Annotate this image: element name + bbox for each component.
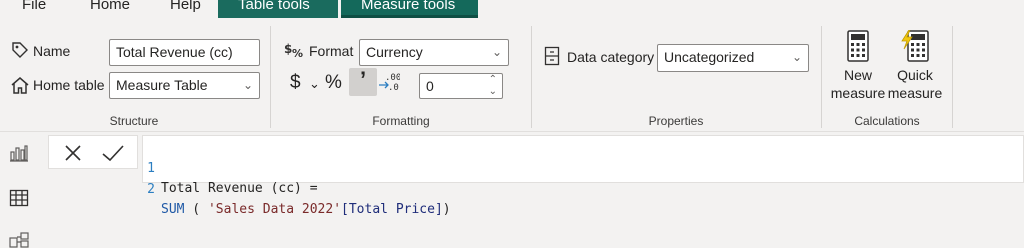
data-category-icon	[544, 46, 560, 71]
quick-measure-button[interactable]: Quick measure	[886, 24, 944, 102]
table-view-icon[interactable]	[9, 189, 29, 212]
dax-paren-close: )	[442, 202, 451, 217]
quick-measure-label-2: measure	[887, 85, 943, 101]
divider	[952, 26, 953, 128]
structure-group-label: Structure	[109, 114, 159, 128]
code-line: 1 Total Revenue (cc) =	[143, 139, 317, 196]
new-measure-label-1: New	[843, 67, 872, 83]
divider	[270, 26, 271, 128]
view-rail	[0, 132, 40, 248]
dax-function: SUM	[161, 202, 185, 217]
dax-paren-open: (	[184, 202, 208, 217]
currency-button[interactable]: $	[290, 72, 301, 94]
home-table-label: Home table	[33, 77, 105, 93]
tab-home[interactable]: Home	[90, 0, 130, 18]
code-text: SUM ( 'Sales Data 2022'[Total Price])	[161, 200, 451, 220]
name-label: Name	[33, 43, 71, 59]
data-category-label: Data category	[567, 49, 655, 65]
chevron-down-icon: ⌄	[491, 45, 502, 59]
ribbon: Name Total Revenue (cc) Home table Measu…	[0, 18, 1024, 132]
calculations-group-label: Calculations	[854, 114, 920, 128]
model-view-icon[interactable]	[9, 232, 29, 248]
comma-icon: ’	[359, 67, 367, 92]
format-value: Currency	[366, 44, 423, 60]
name-field[interactable]: Total Revenue (cc)	[109, 39, 260, 66]
tag-icon	[10, 40, 30, 65]
comma-style-button[interactable]: ’	[349, 68, 377, 96]
code-line: 2 SUM ( 'Sales Data 2022'[Total Price])	[143, 160, 450, 217]
chevron-down-icon[interactable]: ⌄	[489, 80, 497, 98]
dax-editor[interactable]: 1 Total Revenue (cc) = 2 SUM ( 'Sales Da…	[142, 135, 1024, 217]
quick-calculator-icon	[886, 24, 944, 66]
tab-file[interactable]: File	[22, 0, 46, 18]
data-category-value: Uncategorized	[664, 49, 755, 65]
report-view-icon[interactable]	[9, 144, 29, 167]
formula-bar: 1 Total Revenue (cc) = 2 SUM ( 'Sales Da…	[40, 132, 1024, 248]
data-category-select[interactable]: Uncategorized ⌄	[657, 44, 809, 72]
home-icon	[9, 74, 31, 101]
calculator-icon	[830, 24, 886, 66]
chevron-down-icon: ⌄	[791, 50, 802, 64]
percent-button[interactable]: %	[325, 72, 342, 94]
chevron-down-icon: ⌄	[242, 78, 253, 92]
commit-icon[interactable]	[101, 143, 125, 168]
format-label: Format	[309, 43, 354, 59]
new-measure-button[interactable]: New measure	[830, 24, 886, 102]
formatting-group-label: Formatting	[372, 114, 430, 128]
tab-table-tools[interactable]: Table tools	[218, 0, 338, 18]
chevron-down-icon[interactable]: ⌄	[309, 76, 320, 92]
decimal-places-stepper[interactable]: 0 ⌃ ⌄	[419, 73, 503, 99]
tab-measure-tools[interactable]: Measure tools	[341, 0, 478, 18]
decimal-icon[interactable]: .00.0	[378, 70, 401, 99]
divider	[821, 26, 822, 128]
line-number: 2	[147, 182, 155, 197]
new-measure-label-2: measure	[830, 85, 886, 101]
svg-text:.0: .0	[388, 83, 399, 93]
format-icon: $%	[284, 40, 306, 65]
dax-column-ref: [Total Price]	[341, 202, 443, 217]
ribbon-tab-bar: File Home Help Table tools Measure tools	[0, 0, 1024, 18]
cancel-icon[interactable]	[63, 143, 83, 168]
home-table-value: Measure Table	[116, 77, 208, 93]
svg-text:%: %	[292, 47, 303, 60]
divider	[531, 26, 532, 128]
tab-help[interactable]: Help	[170, 0, 201, 18]
formula-actions	[48, 135, 138, 169]
quick-measure-label-1: Quick	[897, 67, 933, 83]
svg-text:.00: .00	[385, 73, 400, 83]
decimal-places-value: 0	[426, 78, 434, 94]
dax-table-ref: 'Sales Data 2022'	[207, 202, 342, 217]
format-select[interactable]: Currency ⌄	[359, 39, 509, 66]
properties-group-label: Properties	[648, 114, 704, 128]
home-table-select[interactable]: Measure Table ⌄	[109, 72, 260, 99]
